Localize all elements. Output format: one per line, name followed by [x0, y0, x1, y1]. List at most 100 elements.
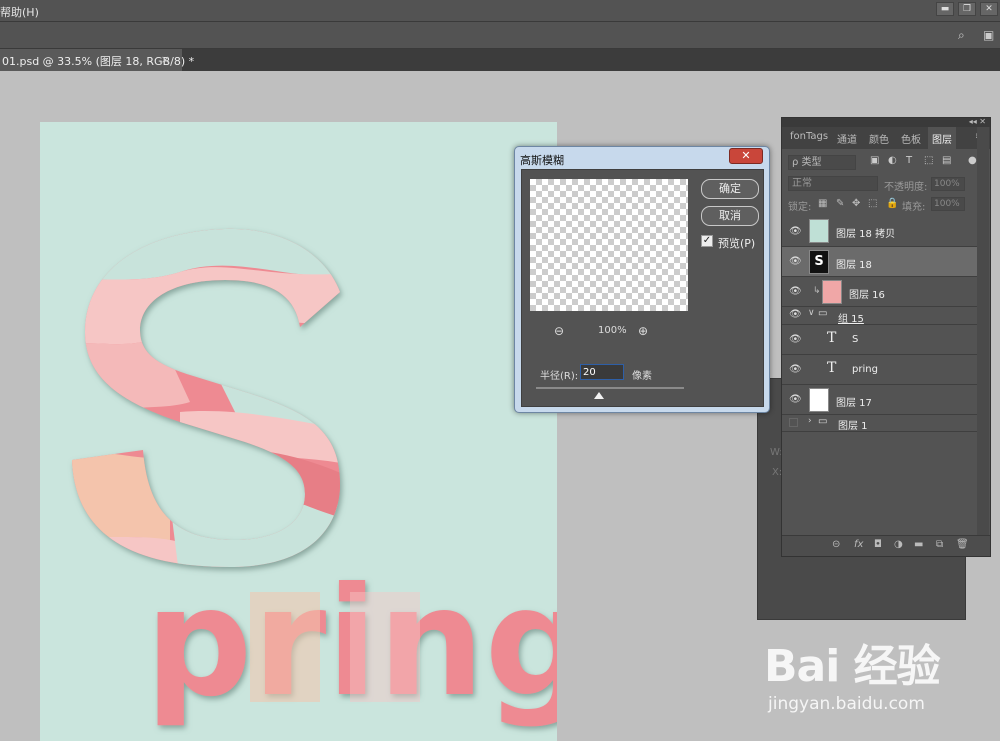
mask-icon[interactable]: ◘: [874, 539, 882, 550]
filter-image-icon[interactable]: ▣: [870, 155, 879, 166]
document-canvas[interactable]: pring: [40, 122, 557, 741]
zoom-value: 100%: [598, 325, 627, 336]
radius-unit: 像素: [632, 371, 652, 382]
visibility-empty-box[interactable]: [789, 418, 798, 427]
blur-preview[interactable]: [530, 179, 688, 311]
zoom-out-icon[interactable]: ⊖: [554, 324, 564, 338]
filter-text-icon[interactable]: T: [906, 155, 912, 166]
filter-shape-icon[interactable]: ⬚: [924, 155, 933, 166]
lock-label: 锁定:: [788, 202, 812, 213]
layer-thumbnail: [822, 280, 842, 304]
filter-kind-select[interactable]: ρ 类型: [788, 155, 856, 170]
restore-button[interactable]: ❐: [958, 2, 976, 16]
trash-icon[interactable]: 🗑: [956, 539, 969, 550]
menu-help[interactable]: 帮助(H): [0, 4, 39, 20]
pring-patch: [250, 592, 320, 702]
lock-position-icon[interactable]: ✥: [852, 198, 860, 209]
tab-color[interactable]: 颜色: [869, 131, 889, 146]
layers-footer: ⊝ fx ◘ ◑ ▬ ⧉ 🗑: [782, 535, 990, 556]
document-tab[interactable]: 01.psd @ 33.5% (图层 18, RGB/8) * ×: [0, 49, 194, 71]
clip-arrow-icon: ↳: [813, 286, 821, 296]
letter-s: [72, 228, 340, 567]
menu-bar: 帮助(H) ▬ ❐ ✕: [0, 0, 1000, 22]
filter-toggle-icon[interactable]: ●: [968, 155, 977, 166]
layer-row[interactable]: 👁 ↳ 图层 16: [782, 277, 977, 307]
visibility-eye-icon[interactable]: 👁: [789, 256, 802, 267]
visibility-eye-icon[interactable]: 👁: [789, 364, 802, 375]
group-collapse-icon[interactable]: ›: [808, 416, 812, 426]
panel-tabs: fonTags 通道 颜色 色板 图层 ≡: [782, 127, 990, 149]
layer-name: pring: [852, 364, 878, 375]
layer-row[interactable]: 👁 T pring: [782, 355, 977, 385]
opacity-label: 不透明度:: [884, 182, 928, 193]
fill-input[interactable]: 100%: [931, 197, 965, 211]
folder-icon[interactable]: ▬: [914, 539, 923, 550]
watermark: Bai 经验 jingyan.baidu.com: [764, 630, 964, 725]
fill-label: 填充:: [902, 202, 926, 213]
group-expand-icon[interactable]: ∨: [808, 308, 815, 318]
panel-grip[interactable]: ◂◂ ✕: [782, 118, 990, 127]
search-icon[interactable]: ⌕: [958, 28, 965, 43]
layer-name: 图层 16: [849, 290, 885, 301]
artwork: pring: [72, 228, 557, 730]
dialog-title: 高斯模糊: [520, 154, 564, 167]
radius-label: 半径(R):: [540, 371, 579, 382]
layer-row[interactable]: 👁 图层 18 拷贝: [782, 216, 977, 247]
filter-smart-icon[interactable]: ▤: [942, 155, 951, 166]
tab-swatches[interactable]: 色板: [901, 131, 921, 146]
watermark-url: jingyan.baidu.com: [768, 694, 925, 714]
visibility-eye-icon[interactable]: 👁: [789, 394, 802, 405]
layer-row-selected[interactable]: 👁 S 图层 18: [782, 247, 977, 277]
layer-row[interactable]: 👁 T S: [782, 325, 977, 355]
layer-name: 图层 17: [836, 398, 872, 409]
dialog-body: 确定 取消 ✓ 预览(P) ⊖ 100% ⊕ 半径(R): 像素: [521, 169, 764, 407]
layer-name: 组 15: [838, 314, 864, 325]
preview-label: 预览(P): [718, 237, 756, 250]
layer-thumbnail: [809, 388, 829, 412]
document-tab-bar: 01.psd @ 33.5% (图层 18, RGB/8) * ×: [0, 49, 1000, 71]
visibility-eye-icon[interactable]: 👁: [789, 226, 802, 237]
lock-artboard-icon[interactable]: ⬚: [868, 198, 877, 209]
workspace-icon[interactable]: ▣: [983, 28, 994, 42]
preview-checkbox[interactable]: ✓: [701, 235, 713, 247]
layers-panel: ◂◂ ✕ fonTags 通道 颜色 色板 图层 ≡ ρ 类型 ▣ ◐ T ⬚ …: [781, 117, 991, 557]
layer-thumbnail: [809, 219, 829, 243]
lock-pixels-icon[interactable]: ✎: [836, 198, 844, 209]
text-layer-icon: T: [827, 330, 837, 346]
zoom-in-icon[interactable]: ⊕: [638, 324, 648, 338]
visibility-eye-icon[interactable]: 👁: [789, 334, 802, 345]
tab-fontags[interactable]: fonTags: [790, 131, 828, 142]
tab-channels[interactable]: 通道: [837, 131, 857, 146]
radius-slider-thumb[interactable]: [594, 392, 604, 399]
radius-slider-track[interactable]: [536, 387, 684, 389]
lock-all-icon[interactable]: 🔒: [886, 198, 898, 209]
cancel-button[interactable]: 取消: [701, 206, 759, 226]
fx-icon[interactable]: fx: [854, 539, 863, 550]
ok-button[interactable]: 确定: [701, 179, 759, 199]
layer-name: 图层 1: [838, 421, 868, 432]
radius-input[interactable]: [580, 364, 624, 380]
new-layer-icon[interactable]: ⧉: [936, 539, 943, 550]
layer-name: 图层 18: [836, 260, 872, 271]
link-icon[interactable]: ⊝: [832, 539, 840, 550]
gaussian-blur-dialog: 高斯模糊 ✕ 确定 取消 ✓ 预览(P) ⊖ 100% ⊕ 半径(R): 像素: [514, 146, 770, 413]
layer-name: S: [852, 334, 859, 345]
minimize-button[interactable]: ▬: [936, 2, 954, 16]
layer-group-row[interactable]: 👁 ∨ ▭ 组 15: [782, 307, 977, 325]
text-layer-icon: T: [827, 360, 837, 376]
close-window-button[interactable]: ✕: [980, 2, 998, 16]
opacity-input[interactable]: 100%: [931, 177, 965, 191]
visibility-eye-icon[interactable]: 👁: [789, 309, 802, 320]
layer-group-row[interactable]: › ▭ 图层 1: [782, 415, 977, 432]
visibility-eye-icon[interactable]: 👁: [789, 286, 802, 297]
dialog-close-button[interactable]: ✕: [729, 148, 763, 164]
layers-scrollbar[interactable]: [977, 127, 989, 535]
adjustment-icon[interactable]: ◑: [894, 539, 903, 550]
layer-row[interactable]: 👁 图层 17: [782, 385, 977, 415]
tab-layers[interactable]: 图层: [928, 127, 956, 149]
filter-adjust-icon[interactable]: ◐: [888, 155, 897, 166]
close-tab-icon[interactable]: ×: [161, 53, 170, 66]
blend-mode-select[interactable]: 正常: [788, 176, 878, 191]
folder-icon: ▭: [818, 308, 828, 319]
lock-transparent-icon[interactable]: ▦: [818, 198, 827, 209]
